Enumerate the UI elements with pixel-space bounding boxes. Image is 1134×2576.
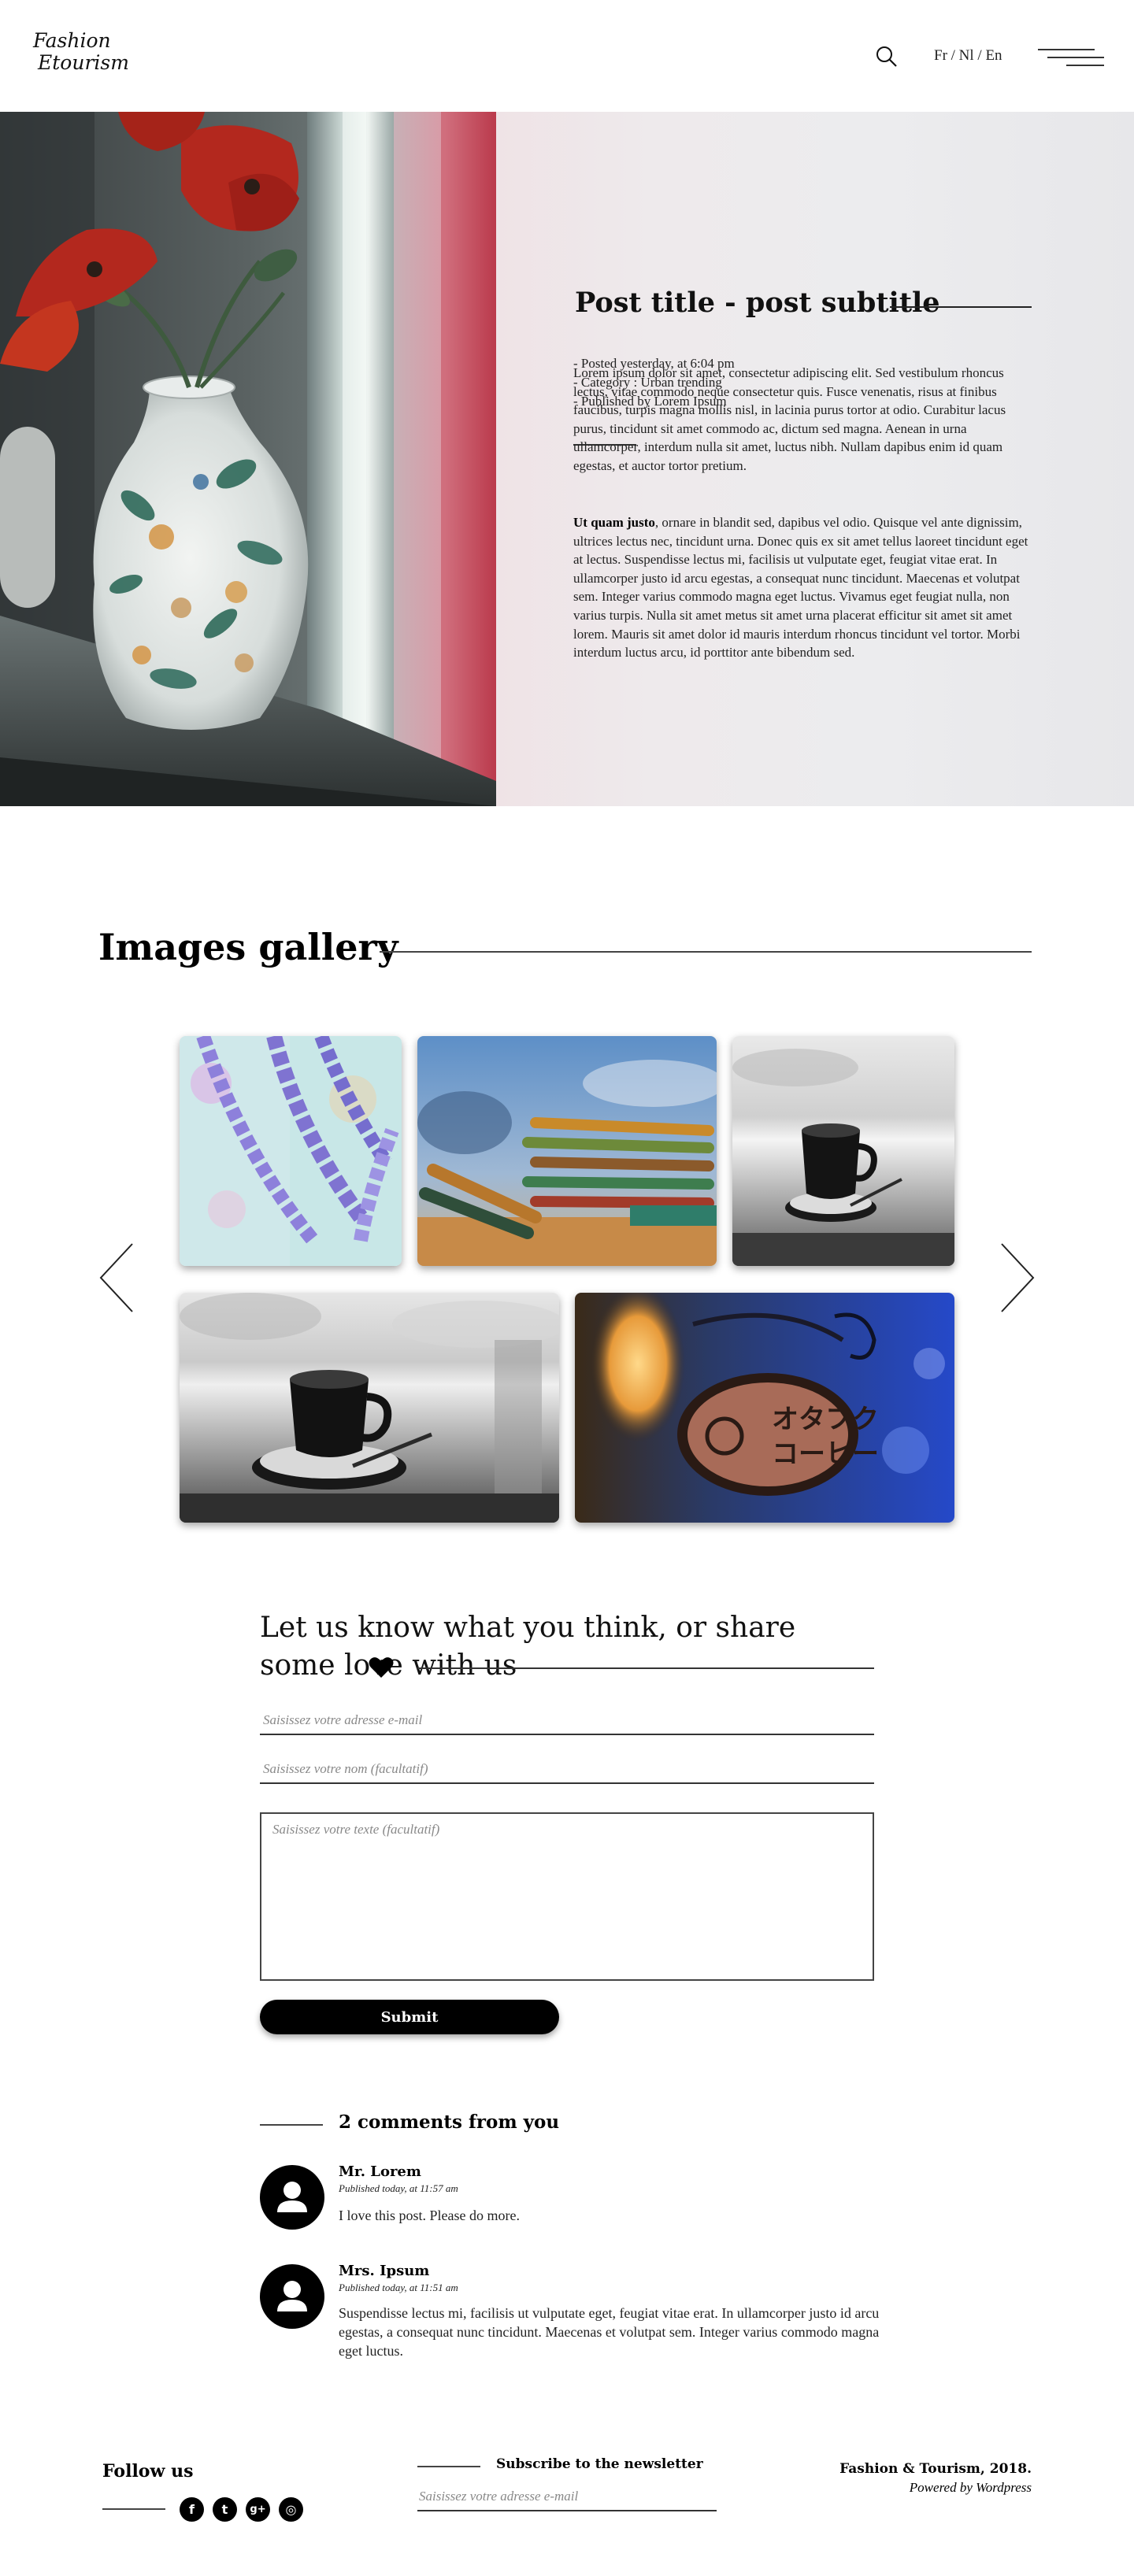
user-icon (277, 2182, 307, 2212)
follow-us-title: Follow us (102, 2461, 194, 2482)
logo-line2: Etourism (38, 51, 129, 74)
search-icon[interactable] (874, 44, 899, 69)
logo-line1: Fashion (33, 29, 111, 52)
footer-copyright: Fashion & Tourism, 2018. Powered by Word… (839, 2459, 1032, 2497)
gallery-image-coffee-wide[interactable] (180, 1293, 559, 1523)
gallery-image-coffee-small[interactable] (732, 1036, 954, 1266)
email-field[interactable] (260, 1707, 874, 1735)
sign-text-line1: オタフク (772, 1404, 879, 1435)
twitter-icon[interactable]: t (213, 2497, 237, 2522)
comments-divider (260, 2124, 323, 2126)
site-header: Fashion Etourism Fr / Nl / En (0, 0, 1134, 112)
copyright-text: Fashion & Tourism, 2018. (839, 2461, 1032, 2477)
heart-icon (369, 1657, 394, 1678)
post-hero: Post title - post subtitle - Posted yest… (0, 112, 1134, 806)
sign-text-line2: コーヒー (772, 1438, 879, 1470)
post-paragraph-2-body: , ornare in blandit sed, dapibus vel odi… (573, 515, 1028, 661)
comment-author: Mr. Lorem (339, 2163, 421, 2180)
comments-title: 2 comments from you (339, 2112, 560, 2133)
comment-textarea[interactable] (260, 1812, 874, 1981)
submit-button[interactable]: Submit (260, 2000, 559, 2034)
comment-date: Published today, at 11:51 am (339, 2282, 458, 2293)
gallery-title: Images gallery (98, 926, 398, 968)
instagram-icon[interactable]: ◎ (279, 2497, 303, 2522)
avatar (260, 2165, 324, 2230)
title-divider (890, 306, 1032, 308)
google-plus-icon[interactable]: g+ (246, 2497, 270, 2522)
powered-by-link[interactable]: Powered by Wordpress (839, 2478, 1032, 2497)
comment-author: Mrs. Ipsum (339, 2263, 430, 2279)
language-switcher[interactable]: Fr / Nl / En (934, 47, 1002, 65)
follow-divider (102, 2508, 165, 2510)
post-paragraph-2-lead: Ut quam justo (573, 515, 655, 530)
form-title-divider (417, 1667, 874, 1669)
gallery-image-pencils[interactable] (417, 1036, 717, 1266)
comment-text: Suspendisse lectus mi, facilisis ut vulp… (339, 2305, 880, 2359)
hero-image-vase (0, 112, 496, 806)
chevron-left-icon[interactable] (98, 1242, 137, 1313)
hamburger-menu-icon[interactable] (1038, 49, 1104, 72)
gallery-image-beads[interactable] (180, 1036, 402, 1266)
comment-text: I love this post. Please do more. (339, 2208, 520, 2223)
newsletter-title: Subscribe to the newsletter (496, 2456, 703, 2472)
facebook-icon[interactable]: f (180, 2497, 204, 2522)
avatar (260, 2264, 324, 2329)
post-title: Post title - post subtitle (575, 287, 940, 319)
post-paragraph-2: Ut quam justo, ornare in blandit sed, da… (573, 513, 1030, 662)
newsletter-divider (417, 2466, 480, 2467)
user-icon (277, 2281, 307, 2311)
newsletter-email-input[interactable] (417, 2483, 717, 2511)
gallery-divider (380, 951, 1032, 953)
comment-date: Published today, at 11:57 am (339, 2182, 458, 2194)
site-logo[interactable]: Fashion Etourism (33, 30, 143, 74)
name-field[interactable] (260, 1756, 874, 1784)
chevron-right-icon[interactable] (997, 1242, 1036, 1313)
post-paragraph-1: Lorem ipsum dolor sit amet, consectetur … (573, 365, 1006, 473)
comment-form-title-text: Let us know what you think, or share som… (260, 1612, 796, 1682)
gallery-image-coffee-sign[interactable]: オタフク コーヒー (575, 1293, 954, 1523)
comment-form-title: Let us know what you think, or share som… (260, 1609, 874, 1685)
